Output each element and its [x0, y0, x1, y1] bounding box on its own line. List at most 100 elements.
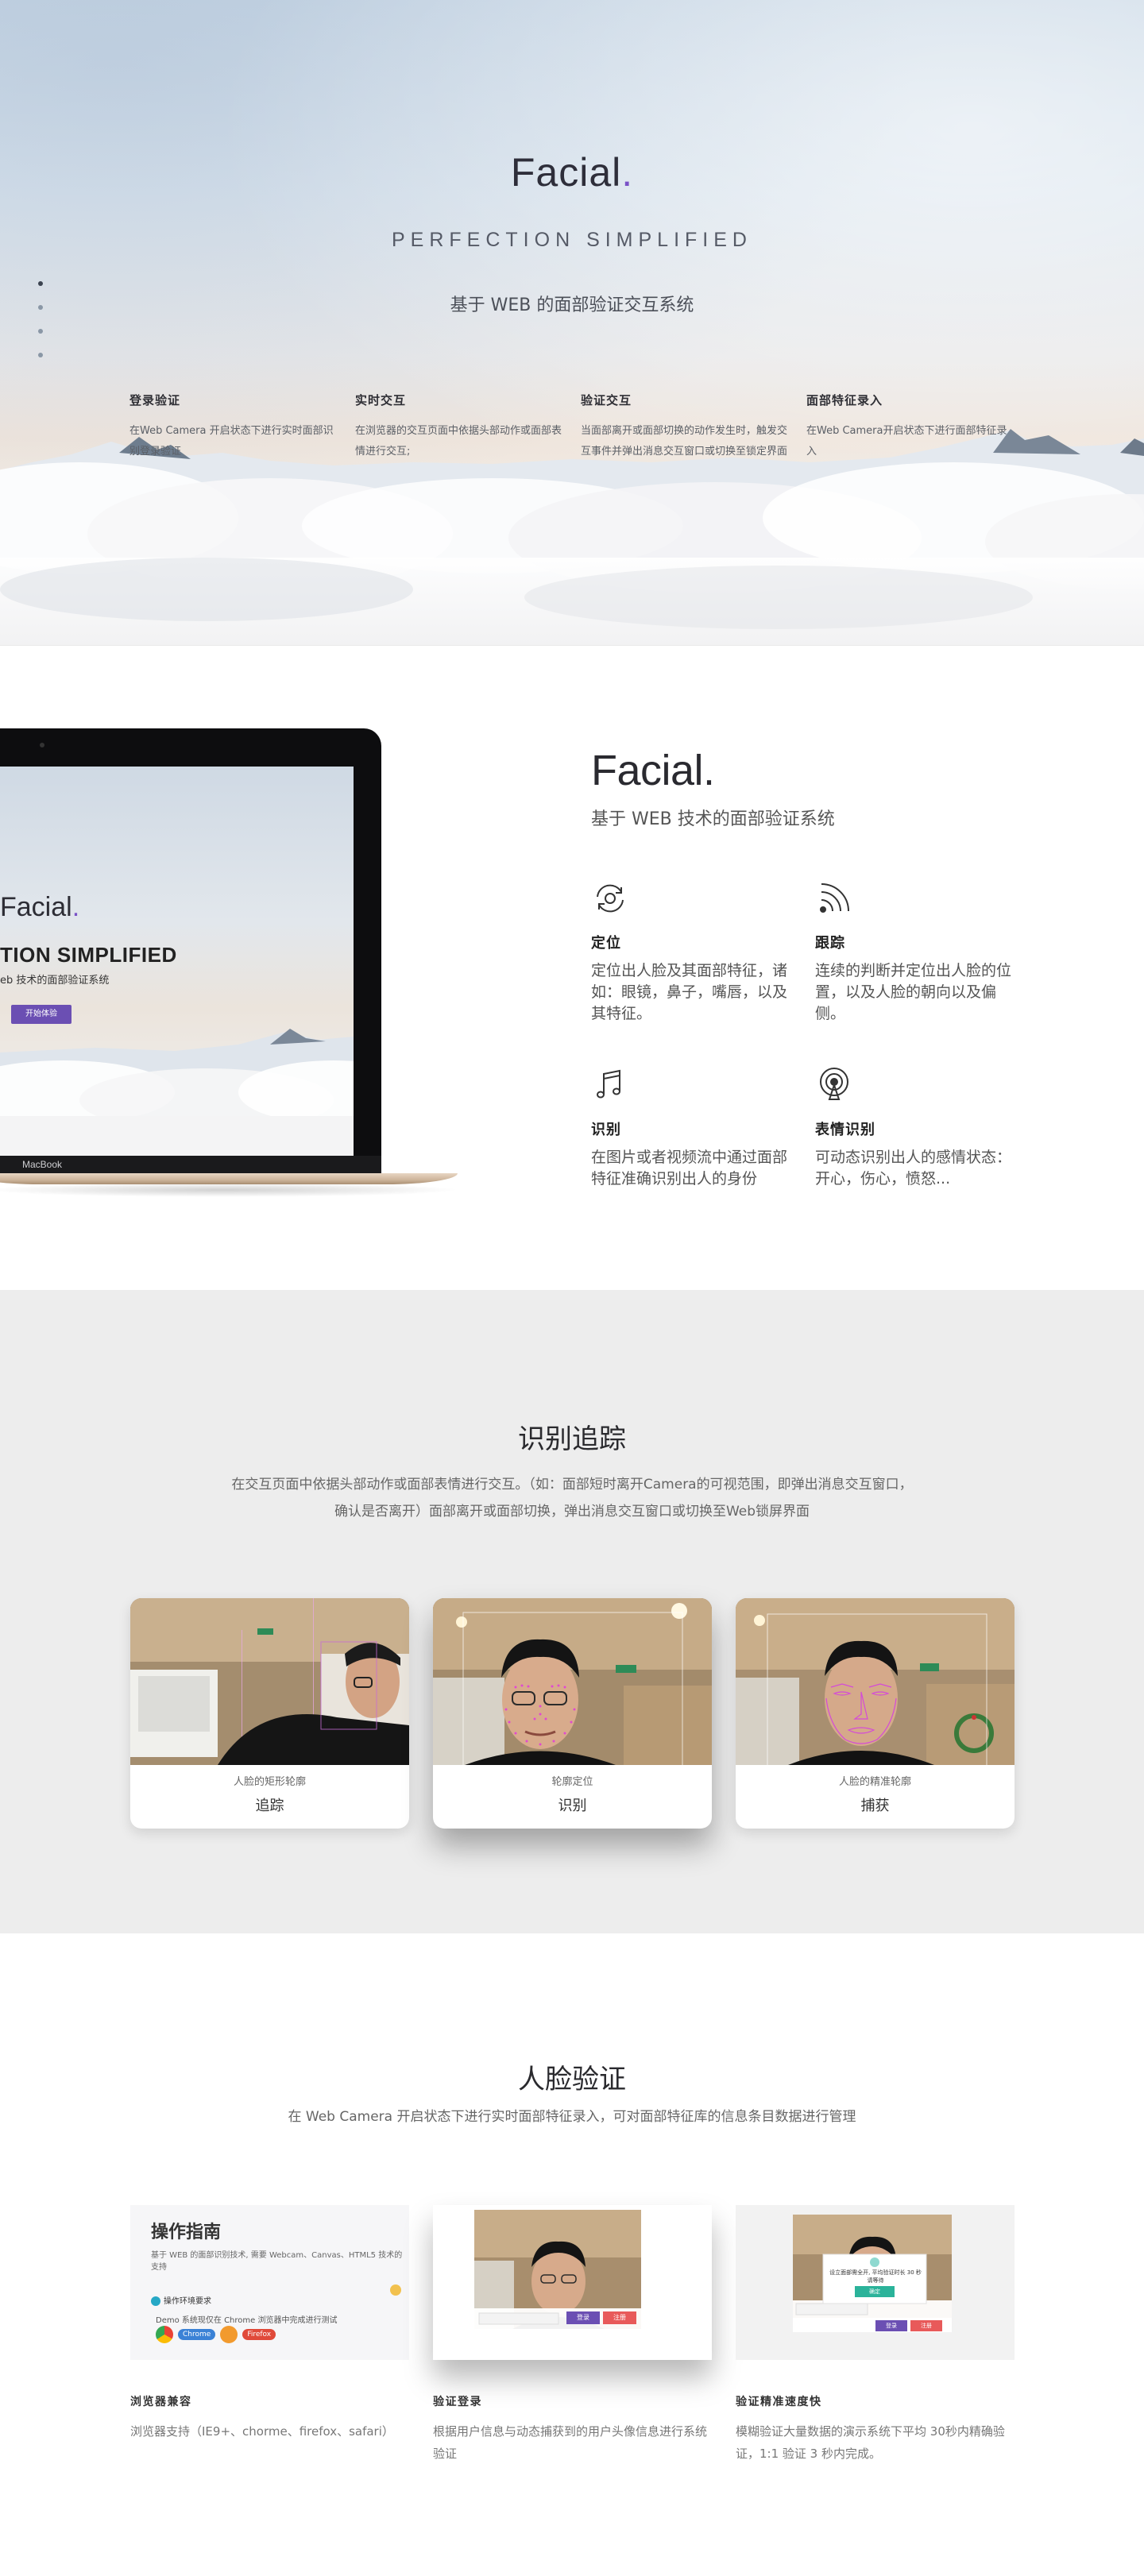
verify-item: 设立面部需全开, 平均验证时长 30 秒 请等待 确定 登录 注册 验证精准速度…: [736, 2205, 1015, 2465]
chrome-icon: [156, 2326, 173, 2343]
verify-title: 人脸验证: [518, 2064, 626, 2095]
login-camera-image: [433, 2205, 712, 2360]
hero-feature-desc: 当面部离开或面部切换的动作发生时，触发交互事件并弹出消息交互窗口或切换至锁定界面: [581, 425, 788, 458]
register-button: 注册: [603, 2311, 636, 2324]
info-icon: [151, 2296, 160, 2306]
face-photo-image: [130, 1598, 409, 1765]
feature-card: 识别 在图片或者视频流中通过面部特征准确识别出人的身份: [591, 1066, 815, 1190]
laptop-shadow: [0, 1183, 461, 1197]
feature-title: 识别: [591, 1122, 621, 1138]
tracking-desc-line2: 确认是否离开）面部离开或面部切换，弹出消息交互窗口或切换至Web锁屏界面: [334, 1504, 810, 1520]
login-button: 登录: [875, 2320, 907, 2331]
verify-item-title: 验证精准速度快: [736, 2396, 822, 2408]
music-note-icon: [597, 1069, 620, 1099]
feature-desc: 在图片或者视频流中通过面部特征准确识别出人的身份: [591, 1149, 788, 1188]
guide-requirement-text: 操作环境要求: [164, 2297, 211, 2306]
popup-text: 设立面部需全开, 平均验证时长 30 秒 请等待: [829, 2269, 922, 2284]
tracking-desc-line1: 在交互页面中依据头部动作或面部表情进行交互。（如：面部短时离开Camera的可视…: [231, 1477, 913, 1493]
hero-logo: Facial.: [0, 149, 1144, 195]
hero-section: Facial. PERFECTION SIMPLIFIED 基于 WEB 的面部…: [0, 0, 1144, 645]
face-photo-image: [433, 1598, 712, 1765]
hero-logo-text: Facial: [510, 150, 622, 195]
face-photo: [433, 1598, 712, 1765]
feature-card: 定位 定位出人脸及其面部特征，诸如：眼镜，鼻子，嘴唇，以及其特征。: [591, 879, 815, 1025]
intro-content: Facial. 基于 WEB 技术的面部验证系统 定位 定位出人脸及其面部特征，…: [591, 746, 1036, 1190]
card-caption-small: 人脸的精准轮廓: [838, 1776, 911, 1788]
tracking-card-list: 人脸的矩形轮廓 追踪 轮廓定位 识别 人脸的精准轮廓 捕获: [130, 1598, 1015, 1829]
feature-title: 定位: [591, 935, 621, 952]
hero-feature: 登录验证 在Web Camera 开启状态下进行实时面部识别登录验证: [129, 392, 355, 462]
laptop-mockup: Facial. TION SIMPLIFIED eb 技术的面部验证系统 开始体…: [0, 728, 461, 1197]
firefox-pill: Firefox: [242, 2329, 276, 2340]
browser-list: Chrome Firefox: [156, 2326, 276, 2343]
feature-card: 表情识别 可动态识别出人的感情状态：开心，伤心，愤怒...: [815, 1066, 1039, 1190]
hero-subtitle: 基于 WEB 的面部验证交互系统: [450, 295, 694, 315]
hero-feature-desc: 在Web Camera开启状态下进行面部特征录入: [806, 425, 1007, 458]
intro-section: Facial. TION SIMPLIFIED eb 技术的面部验证系统 开始体…: [0, 645, 1144, 1290]
hero-feature: 实时交互 在浏览器的交互页面中依据头部动作或面部表情进行交互;: [355, 392, 581, 462]
feature-grid: 定位 定位出人脸及其面部特征，诸如：眼镜，鼻子，嘴唇，以及其特征。 跟踪 连续的…: [591, 879, 1036, 1190]
verify-desc: 在 Web Camera 开启状态下进行实时面部特征录入，可对面部特征库的信息条…: [288, 2109, 856, 2125]
verify-item-list: 操作指南 基于 WEB 的面部识别技术, 需要 Webcam、Canvas、HT…: [130, 2205, 1015, 2465]
broadcast-icon: [820, 1068, 848, 1100]
face-photo: [736, 1598, 1015, 1765]
guide-requirement-title: 操作环境要求: [151, 2294, 211, 2306]
verify-section: 人脸验证 在 Web Camera 开启状态下进行实时面部特征录入，可对面部特征…: [0, 1933, 1144, 2576]
guide-subtitle: 基于 WEB 的面部识别技术, 需要 Webcam、Canvas、HTML5 技…: [151, 2251, 403, 2272]
register-button: 注册: [910, 2320, 942, 2331]
hero-logo-dot: .: [621, 150, 634, 195]
feature-desc: 可动态识别出人的感情状态：开心，伤心，愤怒...: [815, 1149, 1012, 1188]
tracking-section: 识别追踪 在交互页面中依据头部动作或面部表情进行交互。（如：面部短时离开Came…: [0, 1290, 1144, 1933]
verify-item-title: 浏览器兼容: [130, 2396, 192, 2408]
mini-start-button: 开始体验: [11, 1005, 72, 1024]
hero-tagline: PERFECTION SIMPLIFIED: [392, 229, 752, 251]
face-photo-image: [736, 1598, 1015, 1765]
mini-logo: Facial.: [0, 892, 79, 923]
feature-desc: 定位出人脸及其面部特征，诸如：眼镜，鼻子，嘴唇，以及其特征。: [591, 962, 788, 1022]
tracking-card[interactable]: 人脸的精准轮廓 捕获: [736, 1598, 1015, 1829]
tracking-card[interactable]: 轮廓定位 识别: [433, 1598, 712, 1829]
card-caption-big: 追踪: [255, 1798, 284, 1814]
laptop-camera: [40, 743, 44, 747]
hero-feature-title: 实时交互: [355, 393, 407, 407]
slider-dot[interactable]: [38, 353, 43, 357]
card-caption-big: 识别: [558, 1798, 587, 1814]
face-photo: [130, 1598, 409, 1765]
card-caption-small: 轮廓定位: [551, 1776, 593, 1788]
hero-feature: 面部特征录入 在Web Camera开启状态下进行面部特征录入: [806, 392, 1032, 462]
card-caption-small: 人脸的矩形轮廓: [233, 1776, 306, 1788]
chrome-pill: Chrome: [178, 2329, 216, 2340]
slider-dot[interactable]: [38, 329, 43, 334]
warning-icon: [390, 2284, 401, 2296]
verify-item-desc: 浏览器支持（IE9+、chorme、firefox、safari）: [130, 2424, 394, 2439]
card-caption-big: 捕获: [860, 1798, 890, 1814]
intro-subtitle: 基于 WEB 技术的面部验证系统: [591, 809, 835, 829]
hero-feature-desc: 在浏览器的交互页面中依据头部动作或面部表情进行交互;: [355, 425, 562, 458]
verify-item-desc: 根据用户信息与动态捕获到的用户头像信息进行系统验证: [433, 2424, 708, 2461]
guide-title: 操作指南: [151, 2223, 222, 2242]
popup-confirm-button: 确定: [855, 2286, 895, 2297]
feature-title: 跟踪: [815, 935, 845, 952]
login-button: 登录: [566, 2311, 600, 2324]
verify-popup-screenshot: 设立面部需全开, 平均验证时长 30 秒 请等待 确定 登录 注册: [736, 2205, 1015, 2360]
firefox-icon: [220, 2326, 238, 2343]
hero-feature-desc: 在Web Camera 开启状态下进行实时面部识别登录验证: [129, 425, 334, 458]
intro-title: Facial.: [591, 747, 715, 794]
signal-track-icon: [820, 883, 849, 913]
laptop-screen: Facial. TION SIMPLIFIED eb 技术的面部验证系统 开始体…: [0, 767, 354, 1156]
slider-dot[interactable]: [38, 281, 43, 286]
verify-item-desc: 模糊验证大量数据的演示系统下平均 30秒内精确验证，1:1 验证 3 秒内完成。: [736, 2424, 1005, 2461]
verify-item-title: 验证登录: [433, 2396, 482, 2408]
verify-item: 操作指南 基于 WEB 的面部识别技术, 需要 Webcam、Canvas、HT…: [130, 2205, 409, 2465]
feature-title: 表情识别: [815, 1122, 875, 1138]
mini-logo-dot: .: [72, 892, 80, 922]
hero-feature-list: 登录验证 在Web Camera 开启状态下进行实时面部识别登录验证 实时交互 …: [129, 392, 1032, 462]
hero-feature-title: 面部特征录入: [806, 393, 883, 407]
hero-feature-title: 验证交互: [581, 393, 632, 407]
tracking-title: 识别追踪: [518, 1423, 626, 1455]
feature-desc: 连续的判断并定位出人脸的位置，以及人脸的朝向以及偏侧。: [815, 962, 1012, 1022]
mini-subtitle: eb 技术的面部验证系统: [0, 975, 110, 987]
login-screenshot: 登录 注册: [433, 2205, 712, 2360]
mini-cloud-image: [0, 1029, 354, 1156]
tracking-card[interactable]: 人脸的矩形轮廓 追踪: [130, 1598, 409, 1829]
